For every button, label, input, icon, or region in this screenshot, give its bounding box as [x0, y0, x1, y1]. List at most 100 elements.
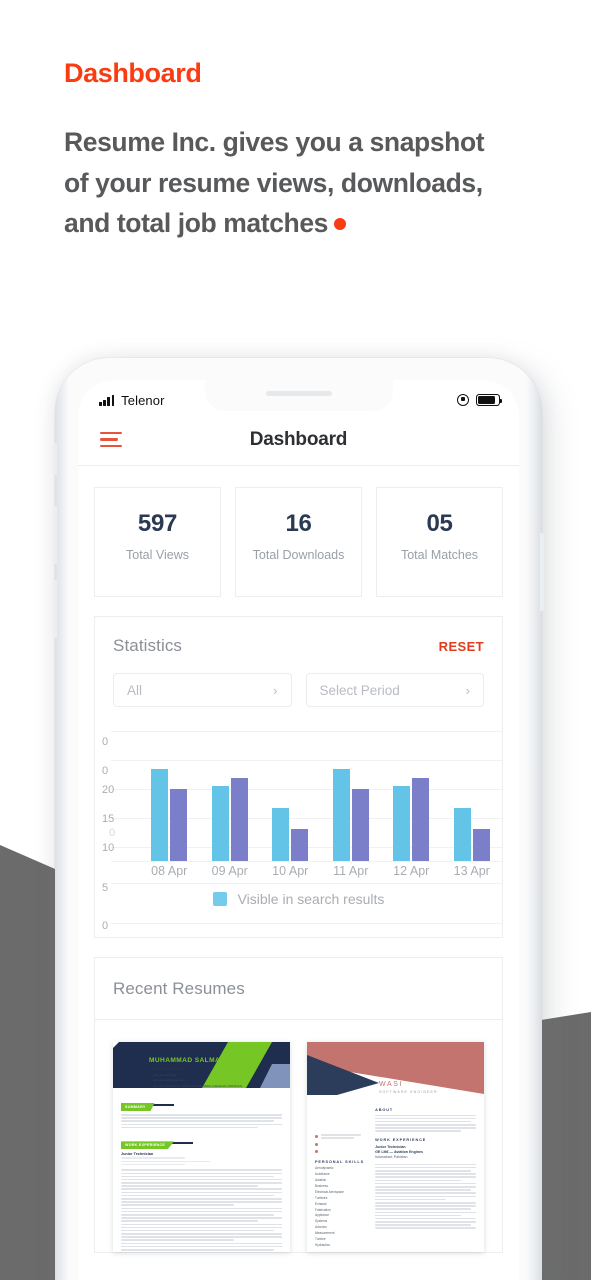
- chart-plot-area: [139, 761, 502, 861]
- bar-group: [442, 761, 503, 861]
- y-tick-label: 20: [102, 784, 115, 796]
- resume-section-label: PERSONAL SKILLS: [315, 1159, 365, 1164]
- filter-select-period-value: Select Period: [319, 682, 400, 698]
- y-tick-label: 0: [102, 765, 109, 777]
- statistics-filters: All › Select Period ›: [95, 656, 502, 707]
- bar-series-a[interactable]: [453, 808, 471, 861]
- bar-series-b[interactable]: [230, 778, 248, 861]
- statistics-chart: 0 0 20 15 0 10 5 0 08 Apr 09 Apr 10 Apr …: [95, 723, 502, 937]
- stat-card-total-downloads[interactable]: 16 Total Downloads: [235, 487, 362, 597]
- stat-label: Total Matches: [400, 548, 479, 562]
- stat-label: Total Views: [126, 548, 189, 562]
- background-wedge-left: [0, 845, 62, 1280]
- recent-resumes-title: Recent Resumes: [113, 979, 245, 998]
- app-content: 597 Total Views 16 Total Downloads 05 To…: [78, 466, 519, 1253]
- statistics-title: Statistics: [113, 636, 183, 655]
- stat-card-total-views[interactable]: 597 Total Views: [94, 487, 221, 597]
- stats-row: 597 Total Views 16 Total Downloads 05 To…: [94, 487, 503, 597]
- resume-section-label: SUMMARY: [121, 1103, 155, 1111]
- x-tick-label: 11 Apr: [333, 864, 369, 878]
- bar-group: [381, 761, 442, 861]
- resume-body: SUMMARY WORK EXPERIENCE Junior Technicia…: [113, 1088, 290, 1252]
- stat-card-total-matches[interactable]: 05 Total Matches: [376, 487, 503, 597]
- bar-series-a[interactable]: [272, 808, 290, 861]
- chart-x-axis: 08 Apr 09 Apr 10 Apr 11 Apr 12 Apr 13 Ap…: [139, 864, 502, 878]
- resume-contacts: +92 334 2979711 salmanwasi@gmail.com A-1…: [153, 1073, 242, 1088]
- bar-series-b[interactable]: [291, 829, 309, 861]
- resume-header-banner: MUHAMMAD SALMAN WASI SOFTWARE ENGINEER: [307, 1042, 484, 1104]
- resume-job-title: Junior Technician: [121, 1152, 154, 1157]
- recent-resumes-list: MUHAMMAD SALMAN WASI Software Engineer +…: [95, 1020, 502, 1252]
- bar-series-a[interactable]: [332, 769, 350, 861]
- y-tick-label: 0: [102, 920, 109, 932]
- bar-series-a[interactable]: [151, 769, 169, 861]
- bar-series-b[interactable]: [170, 789, 188, 861]
- app-header: Dashboard: [78, 414, 519, 466]
- signal-bars-icon: [99, 394, 115, 406]
- promo-text-block: Dashboard Resume Inc. gives you a snapsh…: [64, 58, 524, 244]
- bar-series-b[interactable]: [412, 778, 430, 861]
- resume-name: MUHAMMAD SALMAN WASI: [149, 1057, 247, 1064]
- phone-volume-up-button[interactable]: [53, 506, 57, 564]
- phone-power-button[interactable]: [540, 533, 544, 611]
- promo-headline-text: Resume Inc. gives you a snapshot of your…: [64, 127, 485, 239]
- page-root: Dashboard Resume Inc. gives you a snapsh…: [0, 0, 591, 1280]
- y-tick-label: 10: [102, 842, 115, 854]
- promo-kicker: Dashboard: [64, 58, 202, 88]
- chart-legend: Visible in search results: [95, 891, 502, 907]
- resume-section-experience: WORK EXPERIENCE Junior Technician: [121, 1133, 282, 1252]
- bar-series-b[interactable]: [351, 789, 369, 861]
- x-tick-label: 12 Apr: [393, 864, 430, 878]
- status-bar: Telenor: [78, 380, 519, 414]
- bar-series-a[interactable]: [393, 786, 411, 861]
- chevron-right-icon: ›: [273, 682, 278, 698]
- legend-swatch-icon: [212, 892, 227, 906]
- chevron-right-icon: ›: [465, 682, 470, 698]
- x-tick-label: 09 Apr: [211, 864, 248, 878]
- phone-silent-switch[interactable]: [53, 443, 57, 475]
- y-tick-label: 15: [102, 813, 115, 825]
- background-wedge-right: [541, 1012, 591, 1280]
- resume-header-banner: MUHAMMAD SALMAN WASI Software Engineer +…: [113, 1042, 290, 1088]
- stat-value: 16: [285, 510, 312, 537]
- status-bar-right: [457, 394, 503, 406]
- resume-section-label: WORK EXPERIENCE: [375, 1138, 427, 1143]
- filter-select-all[interactable]: All ›: [113, 673, 292, 707]
- status-bar-left: Telenor: [99, 393, 165, 408]
- reset-button[interactable]: RESET: [439, 639, 484, 654]
- resume-thumbnail-green-navy[interactable]: MUHAMMAD SALMAN WASI Software Engineer +…: [113, 1042, 290, 1252]
- x-tick-label: 10 Apr: [272, 864, 309, 878]
- statistics-header: Statistics RESET: [95, 617, 502, 656]
- x-tick-label: 08 Apr: [151, 864, 188, 878]
- rotation-lock-icon: [457, 394, 469, 406]
- resume-body: PERSONAL SKILLS Aerodynamic Autoframe Av…: [307, 1104, 484, 1249]
- x-tick-label: 13 Apr: [453, 864, 490, 878]
- bar-group: [321, 761, 382, 861]
- phone-mockup: Telenor Dashboard 597 Total Views 16 Tot…: [53, 358, 544, 1280]
- resume-thumbnail-rose-navy[interactable]: MUHAMMAD SALMAN WASI SOFTWARE ENGINEER P…: [307, 1042, 484, 1252]
- resume-name: MUHAMMAD SALMAN WASI: [379, 1071, 476, 1089]
- stat-label: Total Downloads: [252, 548, 345, 562]
- resume-section-label: WORK EXPERIENCE: [121, 1141, 175, 1150]
- filter-select-period[interactable]: Select Period ›: [305, 673, 484, 707]
- page-title: Dashboard: [249, 428, 348, 450]
- y-tick-label-faded: 0: [109, 827, 116, 839]
- bar-group: [260, 761, 321, 861]
- y-tick-label: 0: [102, 736, 109, 748]
- resume-main: ABOUT WORK EXPERIENCE Junior Technician …: [375, 1108, 476, 1249]
- resume-job-location: Islamabad, Pakistan: [375, 1155, 408, 1160]
- bar-series-a[interactable]: [211, 786, 229, 861]
- stat-value: 597: [137, 510, 178, 537]
- bar-series-b[interactable]: [472, 829, 490, 861]
- filter-select-all-value: All: [127, 682, 143, 698]
- phone-screen: Telenor Dashboard 597 Total Views 16 Tot…: [78, 380, 519, 1280]
- resume-role: SOFTWARE ENGINEER: [379, 1090, 438, 1094]
- legend-label: Visible in search results: [237, 891, 385, 907]
- statistics-card: Statistics RESET All › Select Period › 0…: [94, 616, 503, 938]
- hamburger-menu-icon[interactable]: [100, 432, 122, 447]
- resume-skill-item: Hydraulics: [315, 1243, 330, 1248]
- resume-section-label: ABOUT: [375, 1108, 394, 1112]
- phone-volume-down-button[interactable]: [53, 580, 57, 638]
- resume-section-summary: SUMMARY: [121, 1095, 282, 1129]
- recent-resumes-header: Recent Resumes: [95, 958, 502, 1020]
